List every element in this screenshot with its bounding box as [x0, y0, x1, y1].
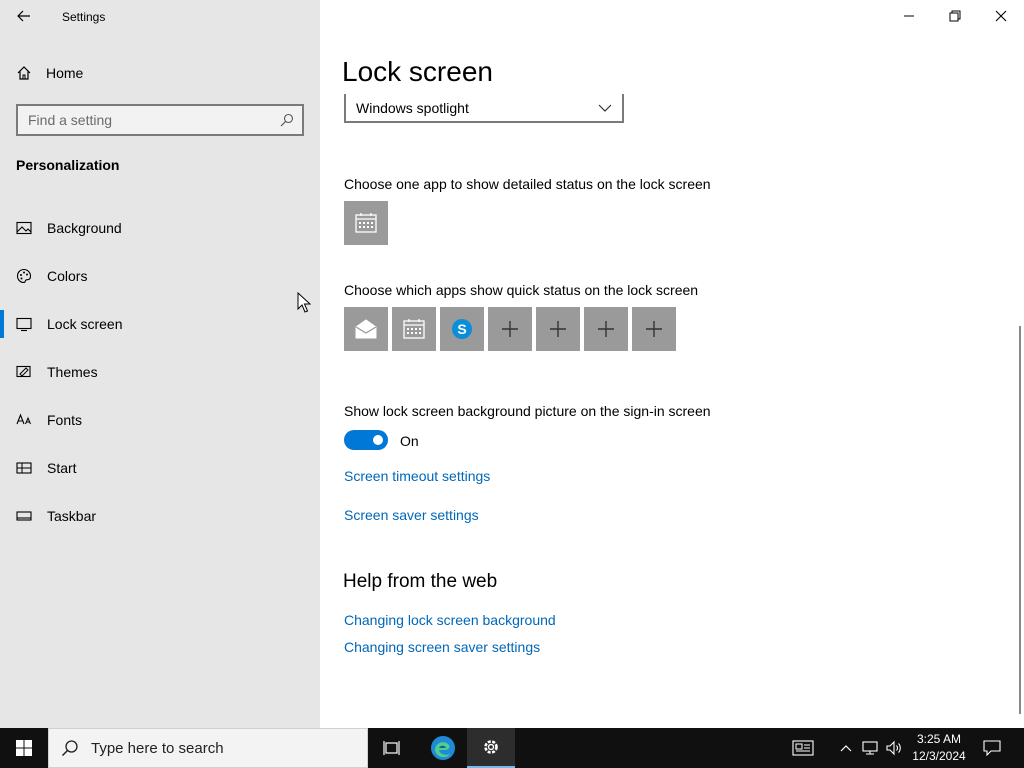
- scrollbar[interactable]: [1019, 326, 1021, 714]
- minimize-button[interactable]: [886, 0, 932, 32]
- restore-button[interactable]: [932, 0, 978, 32]
- news-icon: [792, 740, 814, 756]
- sidebar-item-label: Background: [47, 220, 122, 236]
- picture-icon: [16, 221, 32, 235]
- sidebar-item-label: Start: [47, 460, 77, 476]
- mail-icon: [355, 319, 377, 339]
- signin-background-label: Show lock screen background picture on t…: [344, 403, 711, 419]
- back-arrow-icon[interactable]: [12, 6, 36, 26]
- plus-icon: [550, 321, 566, 337]
- page-title: Lock screen: [342, 56, 493, 87]
- find-setting-placeholder: Find a setting: [28, 112, 113, 128]
- quick-status-calendar-button[interactable]: [392, 307, 436, 351]
- quick-status-label: Choose which apps show quick status on t…: [344, 282, 699, 298]
- show-hidden-icons-button[interactable]: [836, 728, 856, 768]
- quick-status-add-button-4[interactable]: [632, 307, 676, 351]
- taskbar-search-placeholder: Type here to search: [91, 739, 224, 757]
- notification-icon: [983, 740, 1001, 756]
- background-dropdown[interactable]: Windows spotlight: [344, 94, 624, 123]
- task-view-button[interactable]: [368, 728, 416, 768]
- start-button[interactable]: [0, 728, 48, 768]
- search-icon: [280, 113, 294, 127]
- sidebar-item-taskbar[interactable]: Taskbar: [0, 492, 320, 540]
- background-dropdown-value: Windows spotlight: [356, 99, 469, 116]
- find-setting-input[interactable]: Find a setting: [16, 104, 304, 136]
- home-icon: [17, 66, 31, 80]
- taskbar-search-box[interactable]: Type here to search: [48, 728, 368, 768]
- settings-taskbar-button[interactable]: [467, 728, 515, 768]
- task-view-icon: [383, 741, 400, 755]
- app-title: Settings: [62, 10, 106, 24]
- calendar-icon: [403, 319, 425, 339]
- close-icon: [995, 10, 1007, 22]
- restore-icon: [949, 10, 961, 22]
- edge-icon: [431, 736, 455, 760]
- sidebar-item-label: Lock screen: [47, 316, 123, 332]
- sidebar-item-fonts[interactable]: Fonts: [0, 396, 320, 444]
- sidebar-item-themes[interactable]: Themes: [0, 348, 320, 396]
- plus-icon: [502, 321, 518, 337]
- signin-background-toggle[interactable]: [344, 430, 388, 450]
- screen-timeout-settings-link[interactable]: Screen timeout settings: [344, 468, 490, 484]
- detailed-status-app-button[interactable]: [344, 201, 388, 245]
- clock-date: 12/3/2024: [912, 749, 966, 763]
- network-button[interactable]: [860, 728, 882, 768]
- help-link-screen-saver[interactable]: Changing screen saver settings: [344, 639, 540, 655]
- plus-icon: [598, 321, 614, 337]
- calendar-icon: [355, 213, 377, 233]
- toggle-state-label: On: [400, 433, 419, 449]
- home-label: Home: [46, 65, 84, 81]
- sidebar: Settings Home Find a setting Personaliza…: [0, 0, 320, 728]
- minimize-icon: [904, 15, 914, 17]
- taskbar: Type here to search 3:25 AM 12/3/2024: [0, 728, 1024, 768]
- help-link-lock-screen-background[interactable]: Changing lock screen background: [344, 612, 556, 628]
- plus-icon: [646, 321, 662, 337]
- sidebar-item-start[interactable]: Start: [0, 444, 320, 492]
- volume-icon: [886, 740, 901, 756]
- personalization-nav: Background Colors Lock screen Themes Fon…: [0, 204, 320, 540]
- svg-text:S: S: [457, 321, 466, 337]
- edge-taskbar-button[interactable]: [419, 728, 467, 768]
- sidebar-item-label: Colors: [47, 268, 88, 284]
- mouse-cursor-icon: [297, 292, 311, 313]
- lock-screen-icon: [16, 317, 32, 332]
- action-center-button[interactable]: [978, 728, 1006, 768]
- quick-status-add-button-2[interactable]: [536, 307, 580, 351]
- quick-status-add-button-1[interactable]: [488, 307, 532, 351]
- quick-status-mail-button[interactable]: [344, 307, 388, 351]
- network-icon: [862, 741, 878, 755]
- themes-icon: [16, 365, 31, 378]
- section-title: Personalization: [16, 157, 120, 173]
- windows-logo-icon: [16, 740, 32, 756]
- sidebar-item-background[interactable]: Background: [0, 204, 320, 252]
- volume-button[interactable]: [884, 728, 904, 768]
- detailed-status-label: Choose one app to show detailed status o…: [344, 176, 711, 192]
- sidebar-item-lock-screen[interactable]: Lock screen: [0, 300, 320, 348]
- taskbar-clock[interactable]: 3:25 AM 12/3/2024: [906, 731, 972, 765]
- quick-status-skype-button[interactable]: S: [440, 307, 484, 351]
- chevron-up-icon: [840, 745, 852, 752]
- sidebar-item-label: Taskbar: [47, 508, 97, 524]
- sidebar-item-colors[interactable]: Colors: [0, 252, 320, 300]
- close-button[interactable]: [978, 0, 1024, 32]
- sidebar-item-label: Fonts: [47, 412, 83, 428]
- chevron-down-icon: [598, 104, 612, 112]
- home-nav-item[interactable]: Home: [16, 62, 83, 84]
- start-icon: [16, 462, 32, 474]
- taskbar-icon: [16, 511, 32, 521]
- quick-status-add-button-3[interactable]: [584, 307, 628, 351]
- search-icon: [61, 740, 78, 757]
- help-section-title: Help from the web: [343, 571, 498, 592]
- news-widget-button[interactable]: [788, 728, 818, 768]
- clock-time: 3:25 AM: [916, 732, 962, 746]
- skype-icon: S: [452, 319, 472, 339]
- screen-saver-settings-link[interactable]: Screen saver settings: [344, 507, 479, 523]
- gear-icon: [484, 740, 498, 754]
- palette-icon: [16, 268, 32, 284]
- sidebar-item-label: Themes: [47, 364, 98, 380]
- fonts-icon: [16, 413, 31, 425]
